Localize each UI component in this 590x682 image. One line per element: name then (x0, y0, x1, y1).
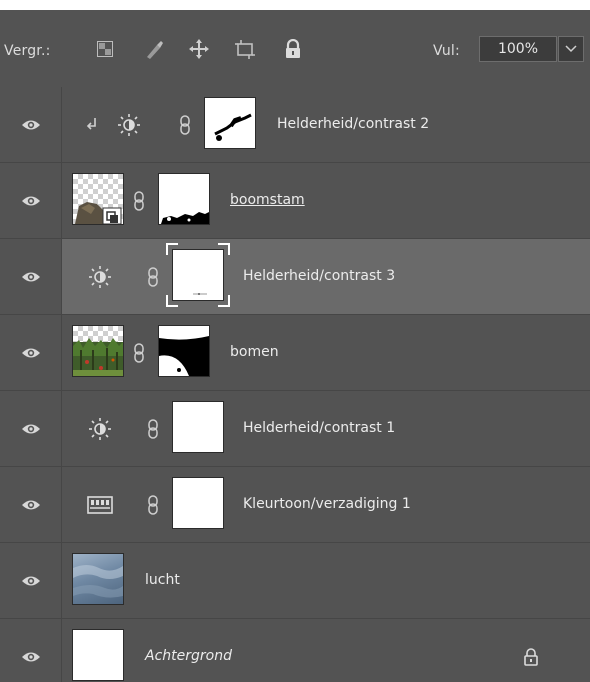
visibility-toggle[interactable] (0, 391, 62, 466)
lock-all-icon[interactable] (282, 38, 304, 60)
link-icon[interactable] (132, 342, 146, 364)
eye-icon (21, 120, 40, 129)
lock-label: Vergr.: (4, 43, 51, 59)
link-icon[interactable] (132, 190, 146, 212)
layer-name[interactable]: Helderheid/contrast 3 (243, 268, 395, 284)
visibility-toggle[interactable] (0, 619, 62, 682)
visibility-toggle[interactable] (0, 87, 62, 162)
layer-row[interactable]: bomen (0, 315, 590, 391)
layer-mask-thumbnail[interactable] (158, 325, 210, 377)
layer-row[interactable]: Achtergrond (0, 619, 590, 682)
layer-row[interactable]: lucht (0, 543, 590, 619)
fill-opacity-input[interactable]: 100% (479, 36, 557, 62)
link-icon[interactable] (146, 266, 160, 288)
fill-dropdown-button[interactable] (558, 36, 584, 62)
layer-thumbnail[interactable] (72, 629, 124, 681)
layer-mask-thumbnail[interactable] (172, 477, 224, 529)
layer-row-selected[interactable]: Helderheid/contrast 3 (0, 239, 590, 315)
lock-transparent-pixels-icon[interactable] (94, 38, 116, 60)
layer-thumbnail[interactable] (72, 553, 124, 605)
fill-label: Vul: (433, 43, 460, 59)
eye-icon (21, 348, 40, 357)
eye-icon (21, 576, 40, 585)
eye-icon (21, 196, 40, 205)
eye-icon (21, 500, 40, 509)
layer-thumbnail[interactable] (72, 173, 124, 225)
lock-artboard-icon[interactable] (234, 38, 256, 60)
visibility-toggle[interactable] (0, 543, 62, 618)
layer-name[interactable]: bomen (230, 344, 279, 360)
layer-mask-thumbnail[interactable] (204, 97, 256, 149)
layer-row[interactable]: Kleurtoon/verzadiging 1 (0, 467, 590, 543)
layer-name[interactable]: lucht (145, 572, 180, 588)
visibility-toggle[interactable] (0, 315, 62, 390)
eye-icon (21, 652, 40, 661)
layer-mask-thumbnail[interactable] (158, 173, 210, 225)
layer-mask-thumbnail[interactable] (172, 401, 224, 453)
layer-row[interactable]: Helderheid/contrast 1 (0, 391, 590, 467)
hue-saturation-icon (86, 493, 114, 517)
layer-thumbnail[interactable] (72, 325, 124, 377)
layers-panel: Vergr.: Vul: 100% Helderheid/contrast 2 … (0, 10, 590, 682)
layer-name[interactable]: Kleurtoon/verzadiging 1 (243, 496, 411, 512)
layer-name[interactable]: Helderheid/contrast 2 (277, 116, 429, 132)
layer-row[interactable]: boomstam (0, 163, 590, 239)
brightness-contrast-icon (88, 417, 112, 441)
layer-name[interactable]: boomstam (230, 192, 305, 208)
mask-selection-frame (166, 243, 230, 307)
layer-row[interactable]: Helderheid/contrast 2 (0, 87, 590, 163)
eye-icon (21, 424, 40, 433)
eye-icon (21, 272, 40, 281)
visibility-toggle[interactable] (0, 163, 62, 238)
visibility-toggle[interactable] (0, 239, 62, 314)
layer-name[interactable]: Helderheid/contrast 1 (243, 420, 395, 436)
link-icon[interactable] (146, 418, 160, 440)
lock-image-pixels-icon[interactable] (143, 38, 165, 60)
link-icon[interactable] (146, 494, 160, 516)
lock-position-icon[interactable] (188, 38, 210, 60)
layers-toolbar: Vergr.: Vul: 100% (0, 10, 590, 87)
layer-name[interactable]: Achtergrond (145, 648, 232, 664)
visibility-toggle[interactable] (0, 467, 62, 542)
clipping-arrow-icon (86, 116, 98, 135)
brightness-contrast-icon (88, 265, 112, 289)
brightness-contrast-icon (117, 113, 141, 137)
link-icon[interactable] (178, 114, 192, 136)
layer-lock-icon[interactable] (523, 647, 539, 671)
chevron-down-icon (565, 45, 577, 53)
